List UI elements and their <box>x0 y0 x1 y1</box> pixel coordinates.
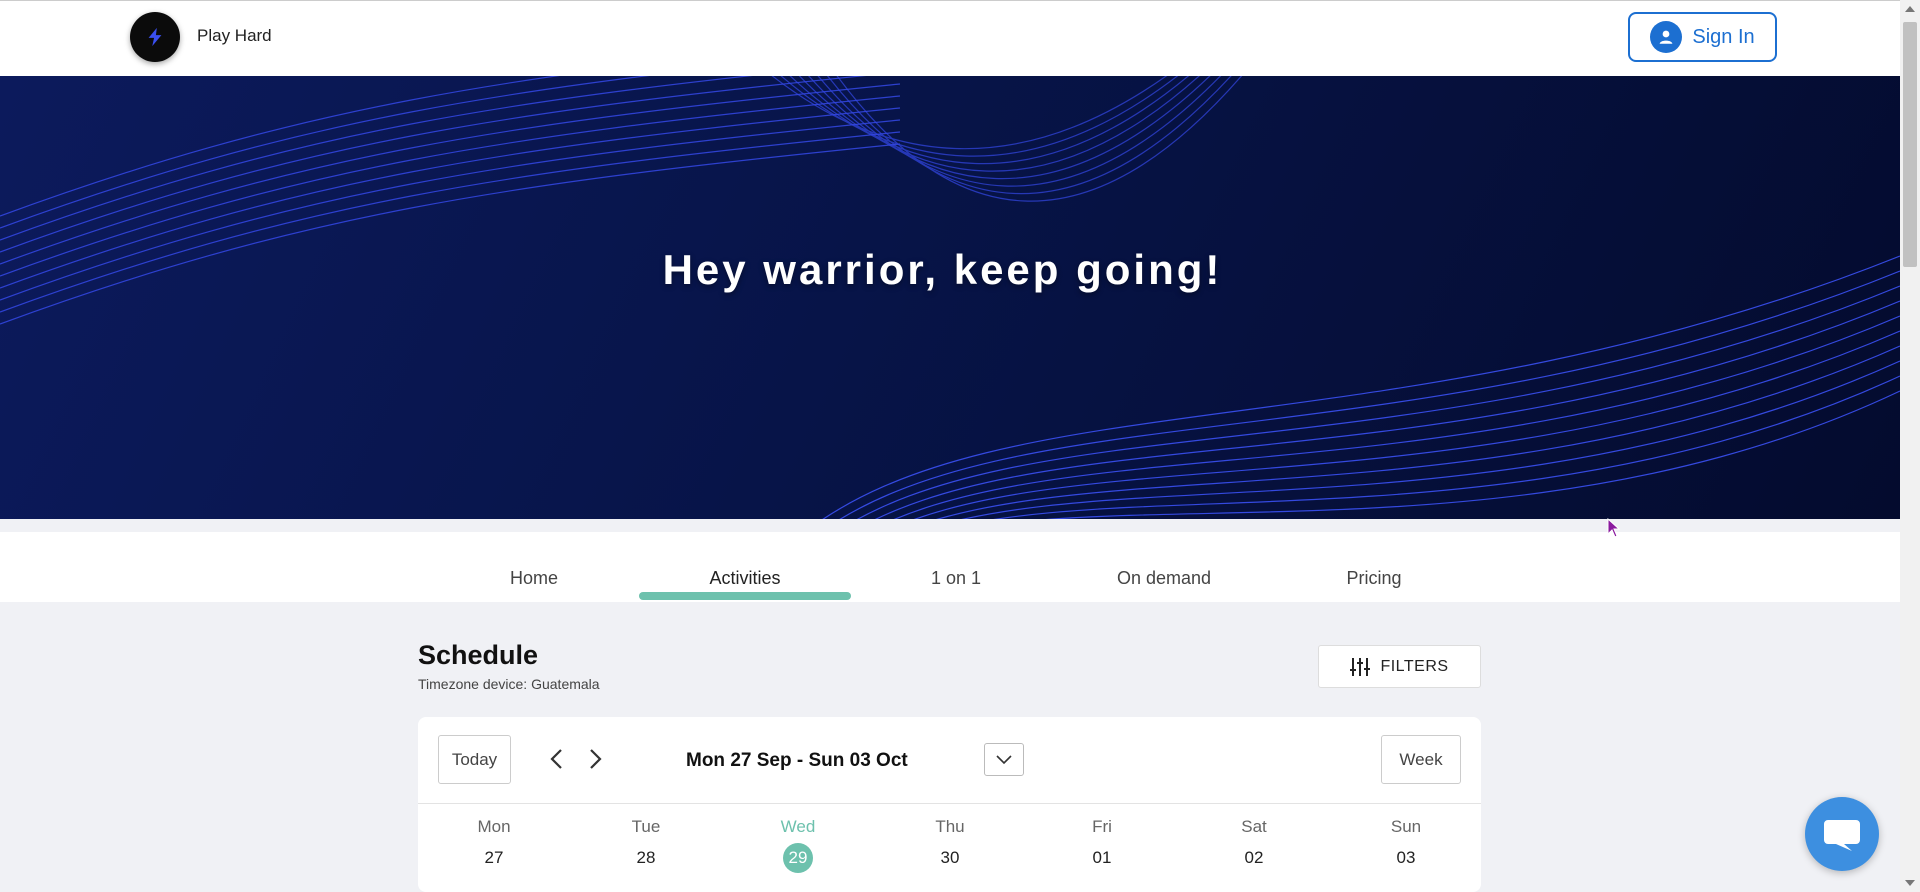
page-scrollbar[interactable] <box>1900 0 1920 892</box>
wave-lines-decoration <box>0 76 1900 519</box>
filters-label: FILTERS <box>1380 657 1449 675</box>
user-icon <box>1650 21 1683 53</box>
nav-home[interactable]: Home <box>428 532 640 602</box>
day-sat[interactable]: Sat 02 <box>1178 817 1330 873</box>
chat-launcher-button[interactable] <box>1805 797 1879 871</box>
day-number: 01 <box>1092 848 1112 867</box>
nav-on-demand[interactable]: On demand <box>1058 532 1270 602</box>
calendar-divider <box>418 803 1481 804</box>
day-sun[interactable]: Sun 03 <box>1330 817 1482 873</box>
today-button[interactable]: Today <box>438 735 511 784</box>
chevron-down-icon <box>996 754 1012 764</box>
calendar-card: Today Mon 27 Sep - Sun 03 Oct Week Mon 2… <box>418 717 1481 892</box>
active-tab-indicator <box>639 592 851 600</box>
sign-in-label: Sign In <box>1692 25 1755 48</box>
day-number: 02 <box>1244 848 1264 867</box>
day-number: 29 <box>783 843 813 873</box>
chevron-right-icon <box>590 749 602 769</box>
nav-activities-label: Activities <box>709 568 781 588</box>
day-name: Fri <box>1092 817 1112 836</box>
scroll-up-arrow[interactable] <box>1905 6 1915 12</box>
day-name: Sun <box>1390 817 1422 836</box>
chevron-left-icon <box>550 749 562 769</box>
day-fri[interactable]: Fri 01 <box>1026 817 1178 873</box>
view-week-button[interactable]: Week <box>1381 735 1461 784</box>
chat-bubble-icon <box>1824 820 1860 851</box>
day-number: 30 <box>940 848 960 867</box>
nav-pricing[interactable]: Pricing <box>1268 532 1480 602</box>
day-name: Mon <box>477 817 511 836</box>
day-tue[interactable]: Tue 28 <box>570 817 722 873</box>
day-name: Thu <box>935 817 965 836</box>
day-number: 27 <box>484 848 504 867</box>
next-week-button[interactable] <box>581 744 611 774</box>
brand-name[interactable]: Play Hard <box>197 26 272 46</box>
timezone-label: Timezone device: Guatemala <box>418 676 600 692</box>
sliders-icon <box>1350 657 1371 676</box>
day-name: Sat <box>1241 817 1267 836</box>
schedule-title: Schedule <box>418 640 539 670</box>
sign-in-button[interactable]: Sign In <box>1628 12 1777 62</box>
page: Play Hard Sign In Hey warrior, keep goin… <box>0 0 1900 892</box>
hero-title: Hey warrior, keep going! <box>662 246 1223 293</box>
day-number: 03 <box>1396 848 1416 867</box>
brand-logo[interactable] <box>130 12 180 62</box>
hero-banner: Hey warrior, keep going! <box>0 76 1900 519</box>
nav-1on1[interactable]: 1 on 1 <box>850 532 1062 602</box>
scroll-thumb[interactable] <box>1903 22 1917 267</box>
date-range-label: Mon 27 Sep - Sun 03 Oct <box>686 750 908 771</box>
date-range-dropdown[interactable] <box>984 743 1024 776</box>
day-mon[interactable]: Mon 27 <box>418 817 570 873</box>
nav-activities[interactable]: Activities <box>639 532 851 602</box>
mouse-cursor-icon <box>1607 518 1621 538</box>
scroll-down-arrow[interactable] <box>1905 880 1915 886</box>
day-thu[interactable]: Thu 30 <box>874 817 1026 873</box>
prev-week-button[interactable] <box>541 744 571 774</box>
day-number: 28 <box>636 848 656 867</box>
top-bar: Play Hard Sign In <box>0 0 1900 76</box>
main-nav: Home Activities 1 on 1 On demand Pricing <box>0 532 1900 602</box>
filters-button[interactable]: FILTERS <box>1318 645 1481 688</box>
lightning-bolt-icon <box>148 27 162 47</box>
day-wed-today[interactable]: Wed 29 <box>722 817 874 873</box>
day-name: Tue <box>631 817 661 836</box>
day-name: Wed <box>780 817 816 836</box>
